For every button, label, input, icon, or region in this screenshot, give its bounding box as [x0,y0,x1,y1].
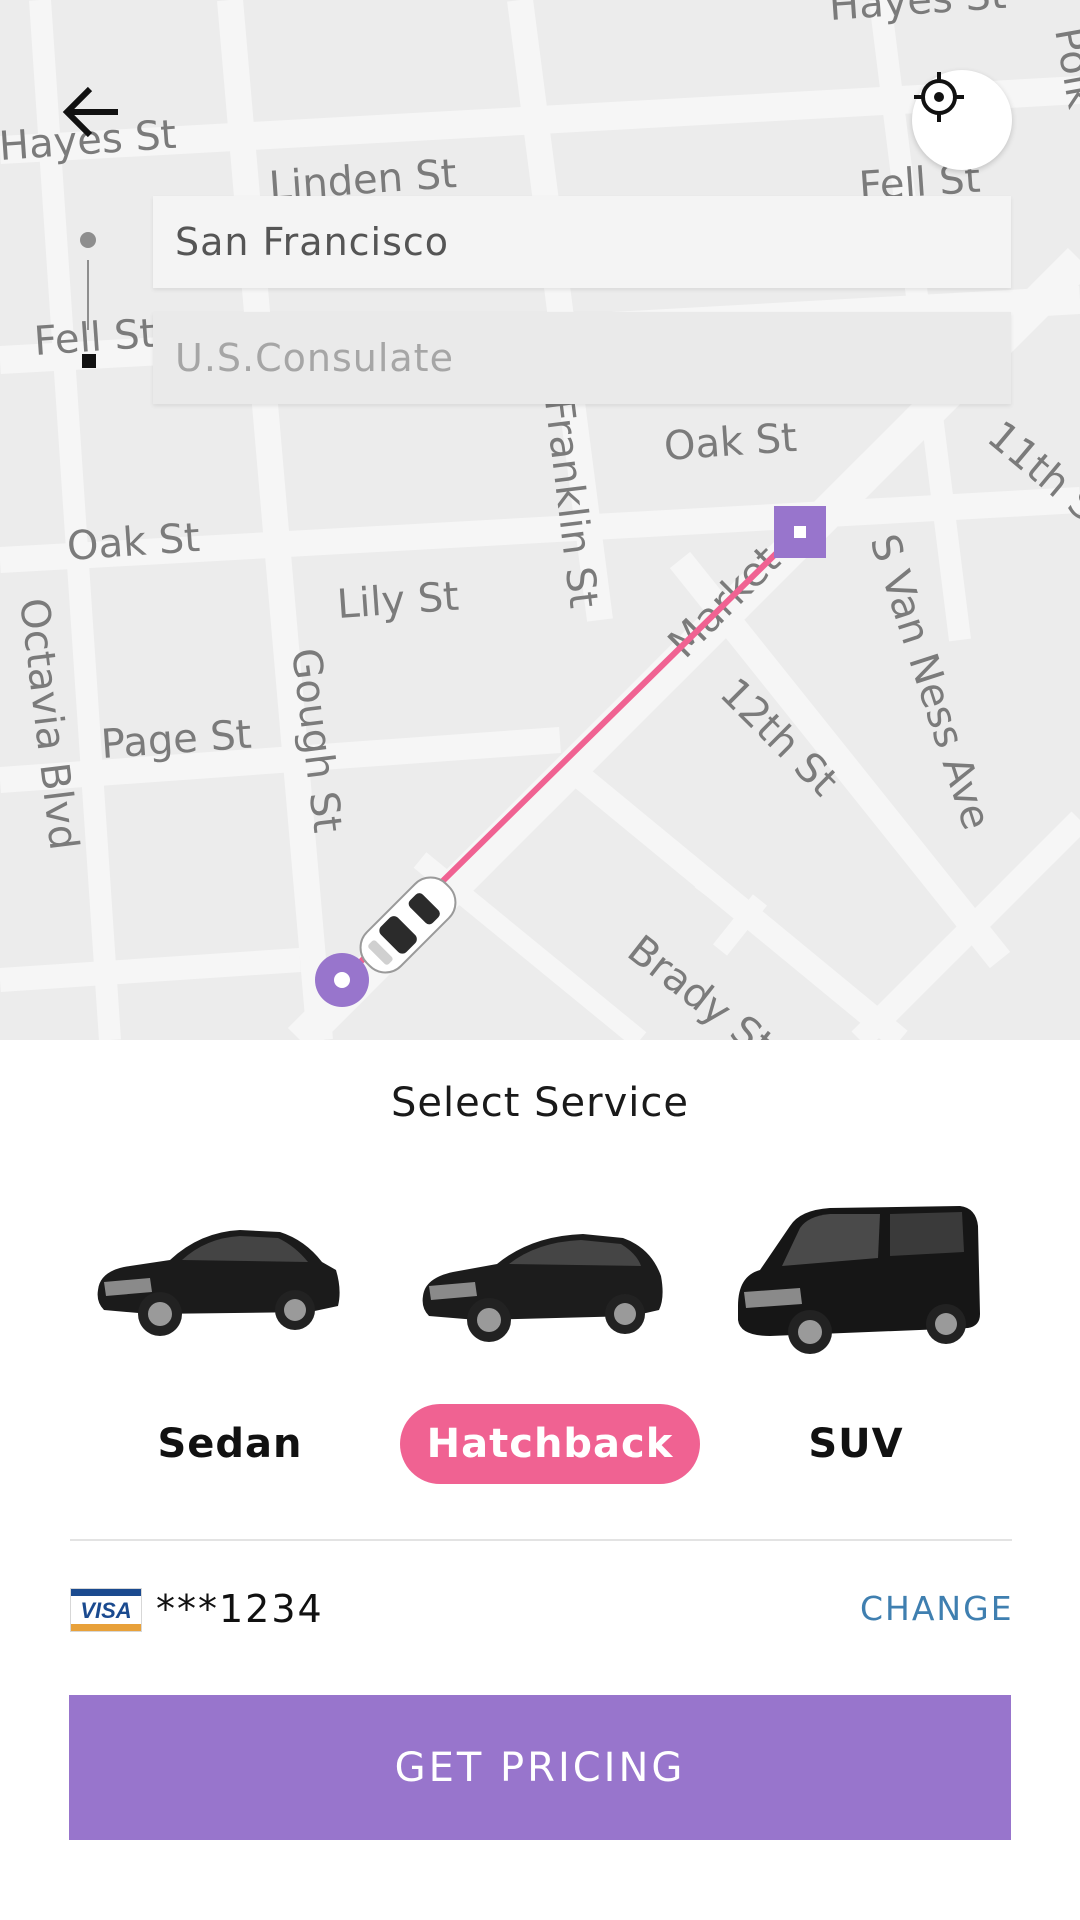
pickup-field[interactable]: San Francisco [153,196,1011,288]
service-option-label: Hatchback [426,1421,674,1467]
route-indicator [78,230,98,370]
crosshair-icon [914,72,964,122]
service-option-sedan[interactable]: Sedan [130,1404,330,1484]
card-brand-text: VISA [80,1598,132,1623]
arrow-left-icon [62,86,118,138]
street-label: Oak St [662,415,798,470]
street-label: Brady St [619,927,782,1040]
locate-me-button[interactable] [912,70,1012,170]
service-option-hatchback[interactable]: Hatchback [400,1404,700,1484]
card-number: ***1234 [156,1587,324,1631]
back-button[interactable] [60,80,140,160]
pickup-dot-icon [80,232,96,248]
service-option-label: SUV [808,1421,904,1467]
service-option-suv[interactable]: SUV [756,1404,956,1484]
panel-title: Select Service [391,1080,689,1126]
hatchback-car-image[interactable] [413,1212,668,1347]
car-marker-icon [359,876,457,974]
get-pricing-label: GET PRICING [394,1744,686,1791]
street-label: 11th St [979,412,1080,541]
service-option-label: Sedan [157,1421,303,1467]
map-canvas: Hayes St Hayes St Linden St Fell St Fell… [0,0,1080,1040]
change-payment-link[interactable]: CHANGE [860,1584,1014,1634]
get-pricing-button[interactable]: GET PRICING [69,1695,1011,1840]
map-view[interactable]: Hayes St Hayes St Linden St Fell St Fell… [0,0,1080,1040]
street-label: Hayes St [827,0,1007,30]
street-label: Oak St [65,515,201,570]
route-connector [87,260,89,330]
street-label: Lily St [335,574,460,628]
dropoff-square-icon [82,354,96,368]
destination-placeholder: U.S.Consulate [175,336,454,380]
divider [70,1539,1012,1541]
street-label: S Van Ness Ave [860,529,999,835]
screen: Hayes St Hayes St Linden St Fell St Fell… [0,0,1080,1920]
pickup-value: San Francisco [175,220,450,264]
destination-field[interactable]: U.S.Consulate [153,312,1011,404]
suv-car-image[interactable] [730,1196,985,1361]
sedan-car-image[interactable] [90,1210,345,1345]
visa-card-icon: VISA [70,1588,142,1632]
